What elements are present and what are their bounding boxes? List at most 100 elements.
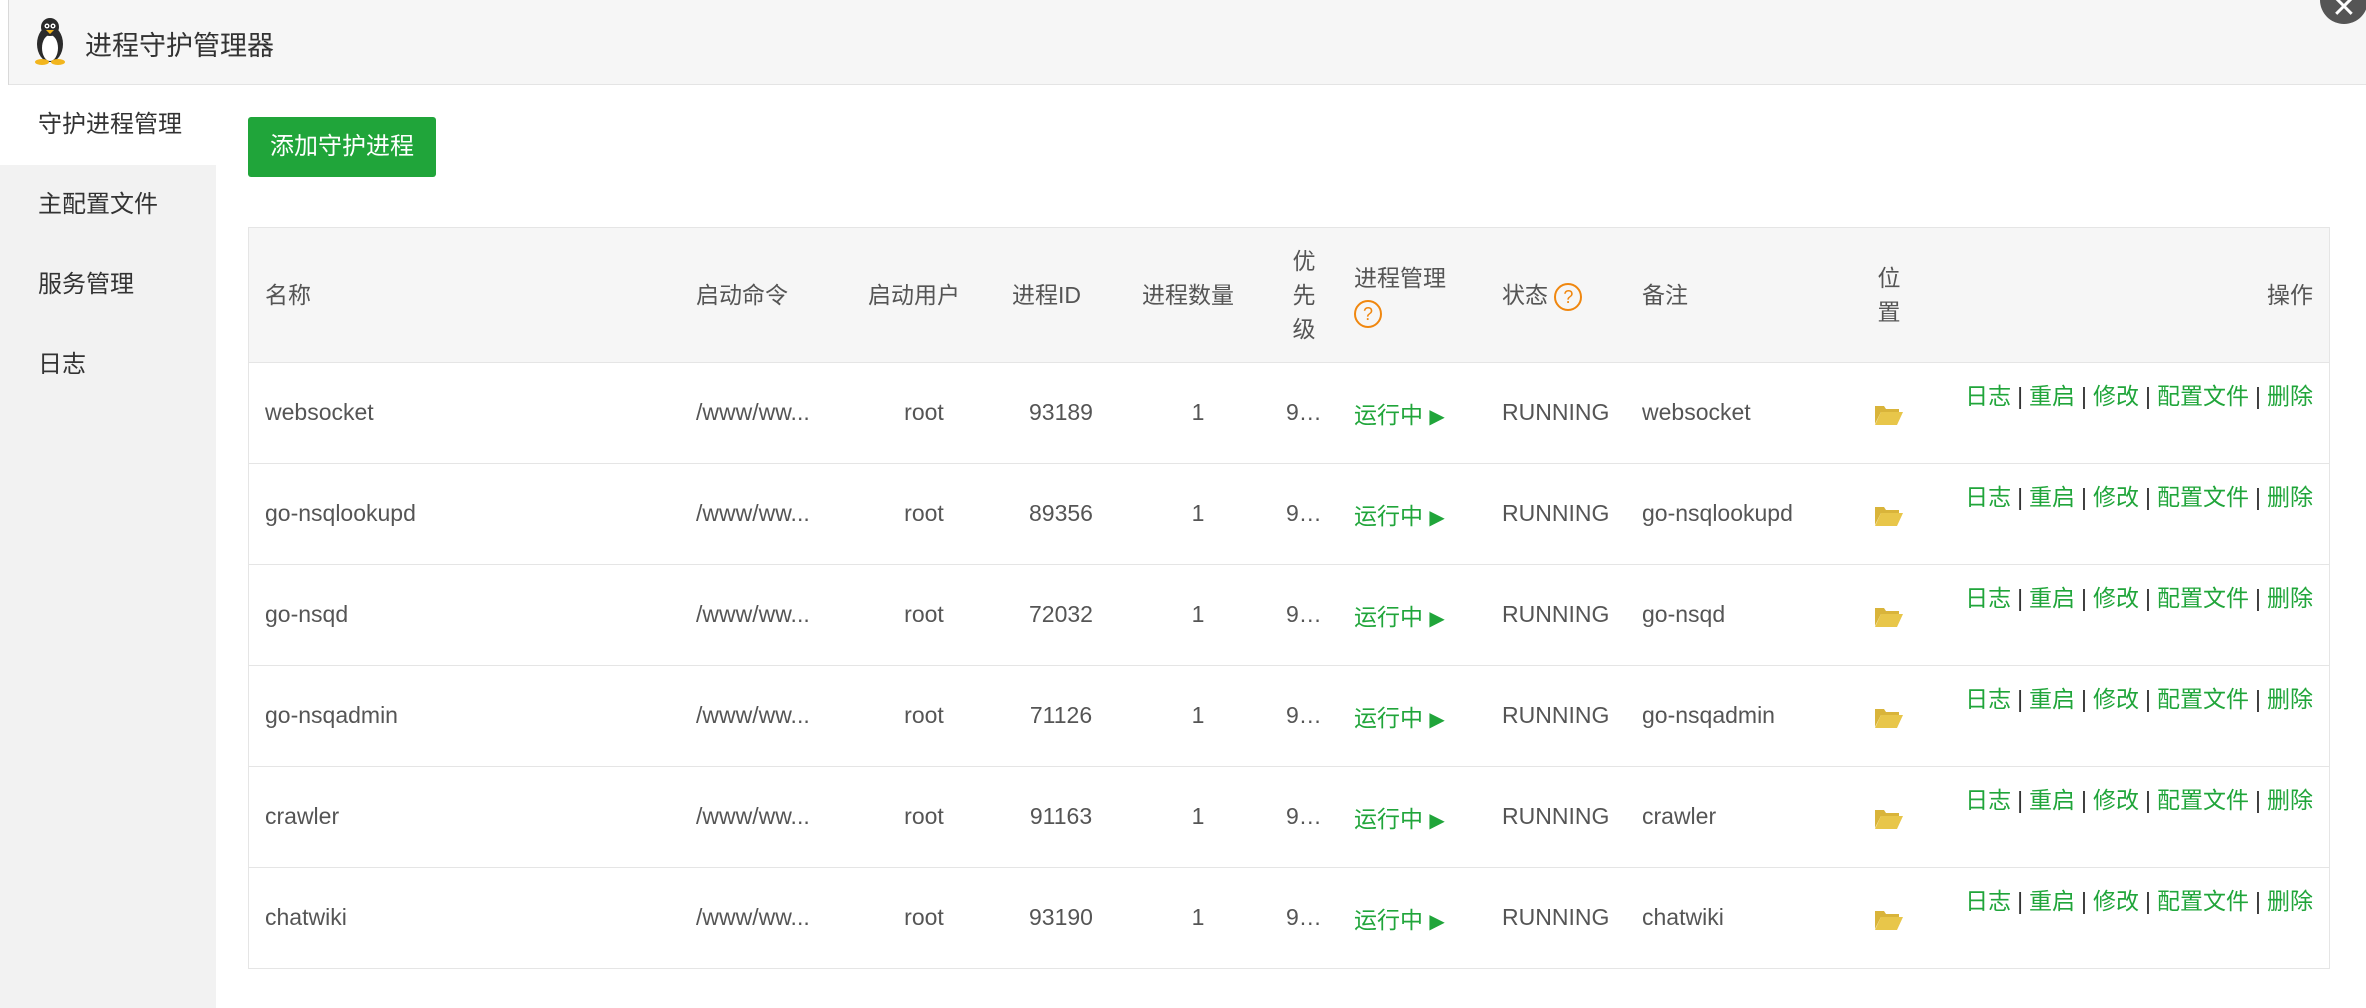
folder-open-icon[interactable] [1874, 705, 1904, 729]
edit-link[interactable]: 修改 [2093, 585, 2139, 611]
table-row: crawler /www/ww... root 91163 1 999 运行中 … [249, 766, 2329, 867]
help-icon[interactable]: ? [1354, 299, 1382, 328]
play-icon[interactable]: ▶ [1429, 608, 1444, 630]
open-location-cell[interactable] [1858, 564, 1920, 665]
edit-link[interactable]: 修改 [2093, 484, 2139, 510]
restart-link[interactable]: 重启 [2029, 383, 2075, 409]
restart-link[interactable]: 重启 [2029, 787, 2075, 813]
delete-link[interactable]: 删除 [2267, 585, 2313, 611]
sidebar-item-service-manage[interactable]: 服务管理 [0, 245, 216, 325]
run-state-label[interactable]: 运行中 [1354, 604, 1423, 630]
play-icon[interactable]: ▶ [1429, 810, 1444, 832]
process-status: RUNNING [1502, 399, 1610, 425]
config-file-link[interactable]: 配置文件 [2157, 383, 2249, 409]
config-file-link[interactable]: 配置文件 [2157, 888, 2249, 914]
folder-open-icon[interactable] [1874, 806, 1904, 830]
edit-link[interactable]: 修改 [2093, 787, 2139, 813]
table-row: go-nsqlookupd /www/ww... root 89356 1 99… [249, 463, 2329, 564]
process-remark: go-nsqlookupd [1642, 500, 1793, 526]
process-command: /www/ww... [696, 803, 810, 829]
process-run-toggle[interactable]: 运行中 ▶ [1338, 867, 1486, 968]
open-location-cell[interactable] [1858, 362, 1920, 463]
table-row: go-nsqadmin /www/ww... root 71126 1 999 … [249, 665, 2329, 766]
header-name: 名称 [249, 228, 680, 363]
process-count: 1 [1191, 601, 1205, 627]
row-actions: 日志 | 重启 | 修改 | 配置文件 | 删除 [1965, 685, 2313, 712]
process-count: 1 [1191, 904, 1205, 931]
process-remark: chatwiki [1642, 904, 1724, 931]
config-file-link[interactable]: 配置文件 [2157, 585, 2249, 611]
process-priority: 999 [1286, 803, 1325, 829]
delete-link[interactable]: 删除 [2267, 787, 2313, 813]
process-name: crawler [265, 803, 340, 829]
open-location-cell[interactable] [1858, 867, 1920, 968]
sidebar-item-logs[interactable]: 日志 [0, 325, 216, 405]
config-file-link[interactable]: 配置文件 [2157, 686, 2249, 712]
process-remark: go-nsqd [1642, 601, 1726, 627]
process-status: RUNNING [1502, 601, 1610, 627]
run-state-label[interactable]: 运行中 [1354, 705, 1423, 731]
header-status: 状态 ? [1486, 228, 1626, 363]
folder-open-icon[interactable] [1874, 503, 1904, 527]
open-location-cell[interactable] [1858, 665, 1920, 766]
folder-open-icon[interactable] [1874, 907, 1904, 931]
delete-link[interactable]: 删除 [2267, 484, 2313, 510]
log-link[interactable]: 日志 [1965, 888, 2011, 914]
table-header-row: 名称 启动命令 启动用户 进程ID 进程数量 优先级 进程管理 ? 状态 ? 备… [249, 228, 2329, 363]
folder-open-icon[interactable] [1874, 604, 1904, 628]
run-state-label[interactable]: 运行中 [1354, 402, 1423, 428]
process-priority: 999 [1286, 702, 1325, 728]
process-count: 1 [1191, 500, 1205, 526]
play-icon[interactable]: ▶ [1429, 911, 1444, 933]
play-icon[interactable]: ▶ [1429, 406, 1444, 428]
process-remark: go-nsqadmin [1642, 702, 1775, 728]
run-state-label[interactable]: 运行中 [1354, 503, 1423, 529]
sidebar-item-main-config[interactable]: 主配置文件 [0, 165, 216, 245]
process-command: /www/ww... [696, 500, 810, 526]
play-icon[interactable]: ▶ [1429, 507, 1444, 529]
restart-link[interactable]: 重启 [2029, 585, 2075, 611]
header-manage: 进程管理 ? [1338, 228, 1486, 363]
log-link[interactable]: 日志 [1965, 686, 2011, 712]
log-link[interactable]: 日志 [1965, 484, 2011, 510]
run-state-label[interactable]: 运行中 [1354, 806, 1423, 832]
open-location-cell[interactable] [1858, 766, 1920, 867]
open-location-cell[interactable] [1858, 463, 1920, 564]
delete-link[interactable]: 删除 [2267, 888, 2313, 914]
restart-link[interactable]: 重启 [2029, 686, 2075, 712]
process-command: /www/ww... [696, 601, 810, 627]
table-row: chatwiki /www/ww... root 93190 1 999 运行中… [249, 867, 2329, 968]
sidebar: 守护进程管理 主配置文件 服务管理 日志 [0, 85, 216, 1008]
help-icon[interactable]: ? [1554, 282, 1583, 311]
row-actions: 日志 | 重启 | 修改 | 配置文件 | 删除 [1965, 382, 2313, 409]
delete-link[interactable]: 删除 [2267, 383, 2313, 409]
process-count: 1 [1191, 702, 1205, 728]
run-state-label[interactable]: 运行中 [1354, 907, 1423, 933]
process-run-toggle[interactable]: 运行中 ▶ [1338, 665, 1486, 766]
sidebar-item-process-manage[interactable]: 守护进程管理 [0, 85, 216, 165]
config-file-link[interactable]: 配置文件 [2157, 787, 2249, 813]
log-link[interactable]: 日志 [1965, 383, 2011, 409]
process-name: go-nsqadmin [265, 702, 398, 728]
log-link[interactable]: 日志 [1965, 787, 2011, 813]
delete-link[interactable]: 删除 [2267, 686, 2313, 712]
config-file-link[interactable]: 配置文件 [2157, 484, 2249, 510]
process-run-toggle[interactable]: 运行中 ▶ [1338, 463, 1486, 564]
edit-link[interactable]: 修改 [2093, 686, 2139, 712]
restart-link[interactable]: 重启 [2029, 888, 2075, 914]
add-daemon-button[interactable]: 添加守护进程 [248, 117, 436, 177]
process-command: /www/ww... [696, 399, 810, 425]
process-run-toggle[interactable]: 运行中 ▶ [1338, 766, 1486, 867]
process-user: root [904, 702, 944, 728]
edit-link[interactable]: 修改 [2093, 888, 2139, 914]
log-link[interactable]: 日志 [1965, 585, 2011, 611]
header-user: 启动用户 [852, 228, 996, 363]
process-run-toggle[interactable]: 运行中 ▶ [1338, 564, 1486, 665]
process-user: root [904, 399, 944, 425]
play-icon[interactable]: ▶ [1429, 709, 1444, 731]
folder-open-icon[interactable] [1874, 402, 1904, 426]
process-run-toggle[interactable]: 运行中 ▶ [1338, 362, 1486, 463]
edit-link[interactable]: 修改 [2093, 383, 2139, 409]
process-status: RUNNING [1502, 500, 1610, 526]
restart-link[interactable]: 重启 [2029, 484, 2075, 510]
